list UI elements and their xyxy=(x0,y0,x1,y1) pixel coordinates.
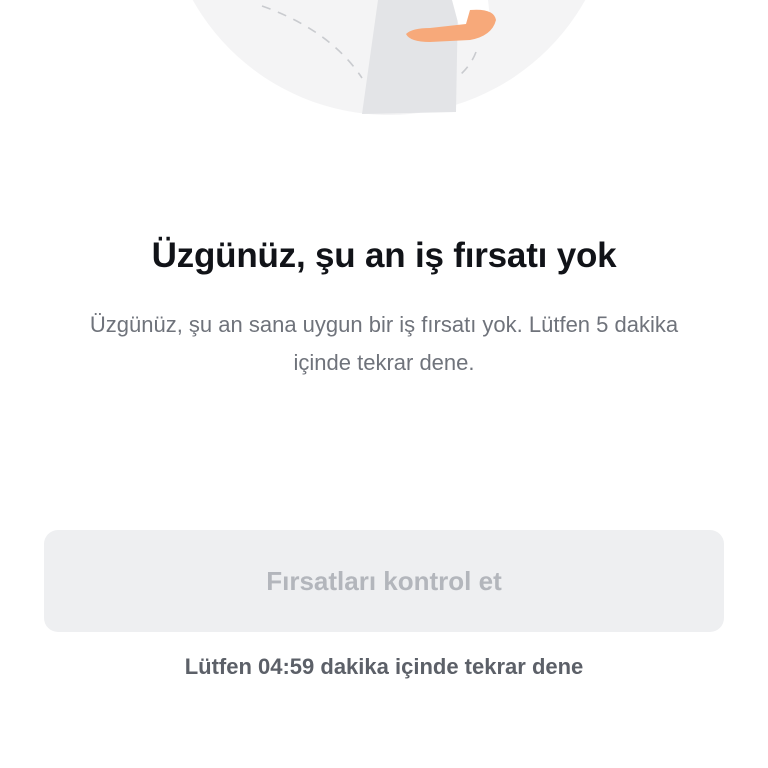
retry-countdown-text: Lütfen 04:59 dakika içinde tekrar dene xyxy=(184,654,584,679)
check-opportunities-button[interactable]: Fırsatları kontrol et xyxy=(44,530,724,632)
no-opportunity-screen: Üzgünüz, şu an iş fırsatı yok Üzgünüz, ş… xyxy=(0,0,768,768)
person-pointing-illustration xyxy=(0,0,768,130)
illustration-graphic xyxy=(192,0,586,115)
illustration-body xyxy=(362,0,458,114)
page-description: Üzgünüz, şu an sana uygun bir iş fırsatı… xyxy=(89,312,679,375)
page-title: Üzgünüz, şu an iş fırsatı yok xyxy=(151,236,617,275)
